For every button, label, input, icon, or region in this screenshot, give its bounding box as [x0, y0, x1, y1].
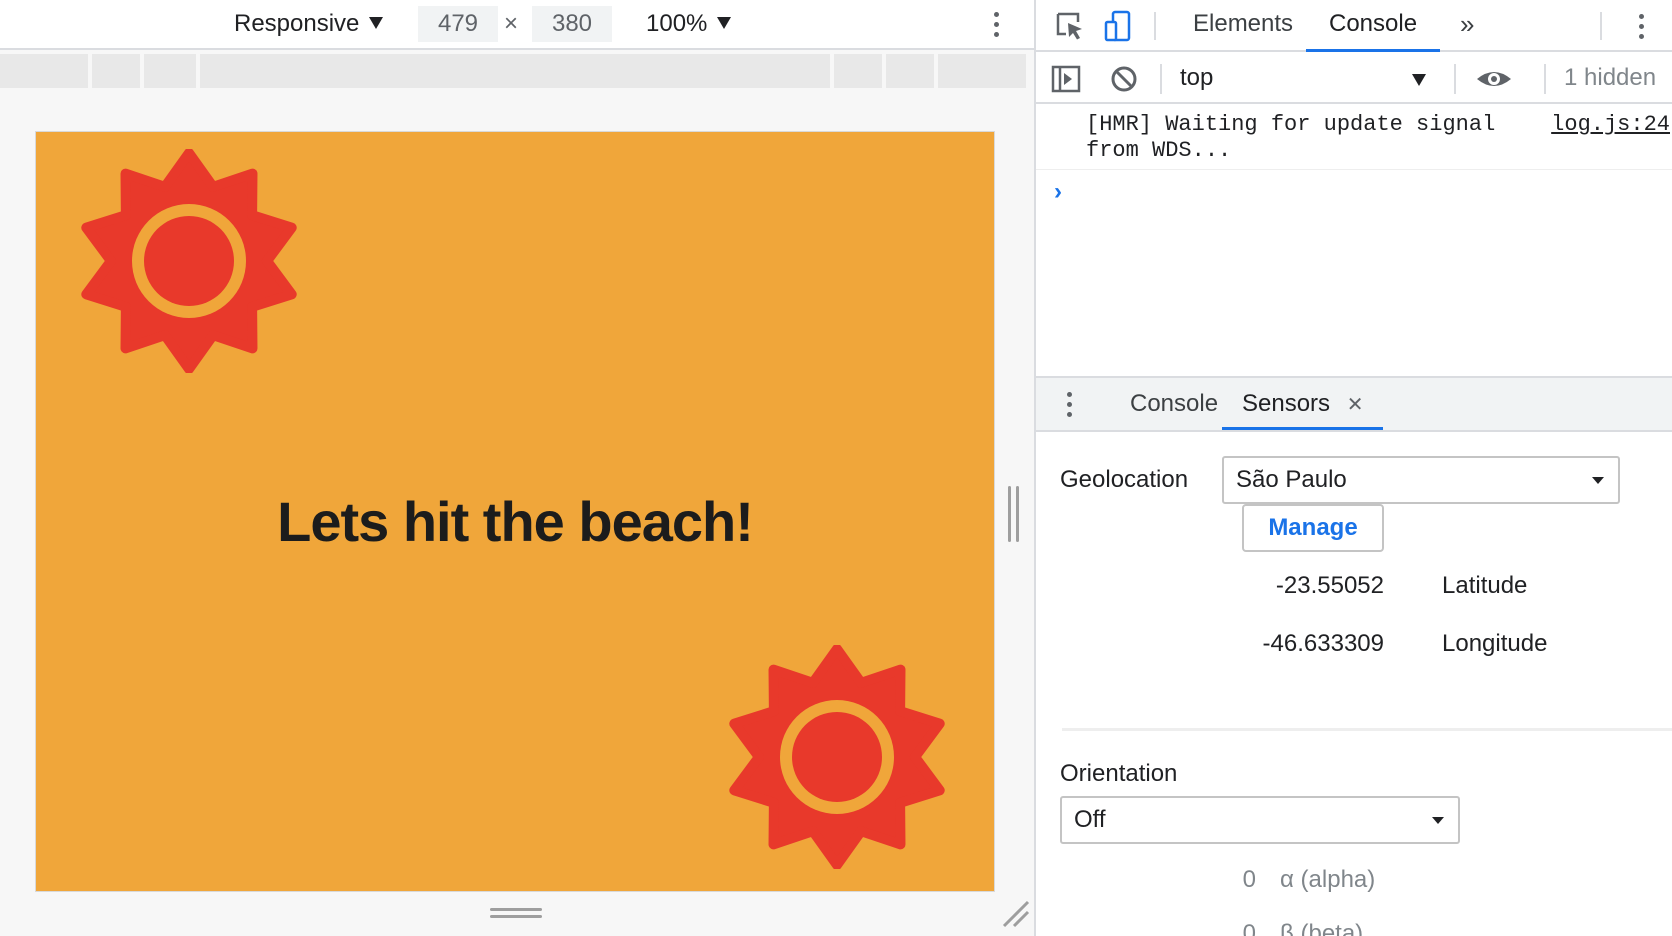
devtools-menu-icon[interactable] — [1638, 14, 1644, 39]
geolocation-label: Geolocation — [1060, 466, 1189, 493]
sensors-section-divider — [1062, 728, 1672, 731]
devtools-panel: Elements Console » top 1 hidden [HMR] Wa… — [1034, 0, 1672, 936]
emulated-page: Lets hit the beach! — [35, 131, 995, 892]
show-sidebar-icon[interactable] — [1050, 63, 1082, 95]
sun-core-shape — [792, 712, 882, 802]
tab-elements[interactable]: Elements — [1170, 0, 1316, 52]
chevron-down-icon — [717, 16, 732, 29]
drawer-menu-icon[interactable] — [1066, 392, 1072, 417]
page-heading: Lets hit the beach! — [277, 490, 754, 553]
chevron-down-icon[interactable] — [1412, 74, 1426, 86]
media-query-segment[interactable] — [886, 54, 934, 88]
toolbar-divider — [1160, 64, 1162, 94]
media-query-segment[interactable] — [834, 54, 882, 88]
zoom-select-label: 100% — [646, 10, 708, 37]
media-query-segment[interactable] — [144, 54, 196, 88]
latitude-value: -23.55052 — [1275, 572, 1384, 599]
toolbar-divider — [1600, 12, 1602, 40]
sun-icon — [81, 149, 297, 373]
alpha-label: α (alpha) — [1280, 866, 1376, 893]
longitude-value: -46.633309 — [1262, 630, 1384, 657]
sun-core-shape — [144, 216, 234, 306]
beta-label: β (beta) — [1280, 920, 1364, 936]
media-query-segment[interactable] — [0, 54, 88, 88]
console-message-text: [HMR] Waiting for update signal from WDS… — [1086, 112, 1509, 163]
toolbar-divider — [1154, 12, 1156, 40]
drawer-tab-console[interactable]: Console — [1110, 378, 1238, 430]
drawer-tab-bar: Console Sensors ✕ — [1036, 376, 1672, 432]
media-query-segment[interactable] — [92, 54, 140, 88]
chevron-down-icon — [1432, 817, 1444, 824]
devtools-tab-bar: Elements Console » — [1036, 0, 1672, 52]
context-select-label: top — [1180, 64, 1214, 91]
orientation-select-value: Off — [1074, 806, 1106, 833]
geolocation-select-value: São Paulo — [1236, 466, 1347, 493]
clear-console-icon[interactable] — [1108, 63, 1140, 95]
beta-value[interactable]: 0 — [1186, 920, 1256, 936]
manage-locations-button[interactable]: Manage — [1242, 504, 1384, 552]
context-select[interactable]: top — [1180, 64, 1213, 92]
console-message-source-link[interactable]: log.js:24 — [1551, 112, 1670, 138]
width-input[interactable]: 479 — [418, 6, 498, 42]
media-query-bar[interactable] — [0, 54, 1030, 88]
tab-console[interactable]: Console — [1306, 0, 1441, 52]
toolbar-divider — [1544, 64, 1546, 94]
toolbar-divider — [1454, 64, 1456, 94]
close-icon[interactable]: ✕ — [1347, 394, 1364, 416]
media-query-segment[interactable] — [938, 54, 1026, 88]
resize-corner-icon[interactable] — [1000, 898, 1030, 928]
console-message: [HMR] Waiting for update signal from WDS… — [1036, 106, 1672, 170]
latitude-label: Latitude — [1442, 572, 1528, 599]
chevron-down-icon — [1592, 477, 1604, 484]
console-prompt-icon[interactable]: › — [1054, 178, 1062, 206]
hidden-messages-count[interactable]: 1 hidden — [1564, 64, 1656, 92]
orientation-label: Orientation — [1060, 760, 1178, 787]
drawer-tab-sensors-label: Sensors — [1242, 390, 1331, 417]
device-select-label: Responsive — [234, 10, 360, 37]
zoom-select[interactable]: 100% — [646, 0, 732, 48]
device-select[interactable]: Responsive — [234, 0, 384, 48]
alpha-value[interactable]: 0 — [1186, 866, 1256, 894]
resize-handle-bottom[interactable] — [490, 908, 542, 920]
orientation-select[interactable]: Off — [1060, 796, 1460, 844]
drawer-tab-sensors[interactable]: Sensors ✕ — [1222, 378, 1384, 430]
sun-icon — [729, 645, 945, 869]
resize-handle-right[interactable] — [1008, 486, 1022, 542]
media-query-segment[interactable] — [200, 54, 830, 88]
device-toolbar: Responsive 479 × 380 100% — [0, 0, 1034, 50]
chevron-down-icon — [369, 16, 384, 29]
height-input[interactable]: 380 — [532, 6, 612, 42]
more-tabs-icon[interactable]: » — [1440, 0, 1494, 52]
device-emulation-pane: Responsive 479 × 380 100% Lets hit the b… — [0, 0, 1034, 936]
device-more-options-icon[interactable] — [993, 12, 999, 37]
device-toolbar-icon[interactable] — [1102, 10, 1134, 42]
geolocation-select[interactable]: São Paulo — [1222, 456, 1620, 504]
dimension-times-symbol: × — [504, 10, 519, 37]
inspect-element-icon[interactable] — [1054, 10, 1086, 42]
live-expression-eye-icon[interactable] — [1474, 63, 1514, 95]
console-toolbar: top 1 hidden — [1036, 54, 1672, 104]
longitude-label: Longitude — [1442, 630, 1548, 657]
